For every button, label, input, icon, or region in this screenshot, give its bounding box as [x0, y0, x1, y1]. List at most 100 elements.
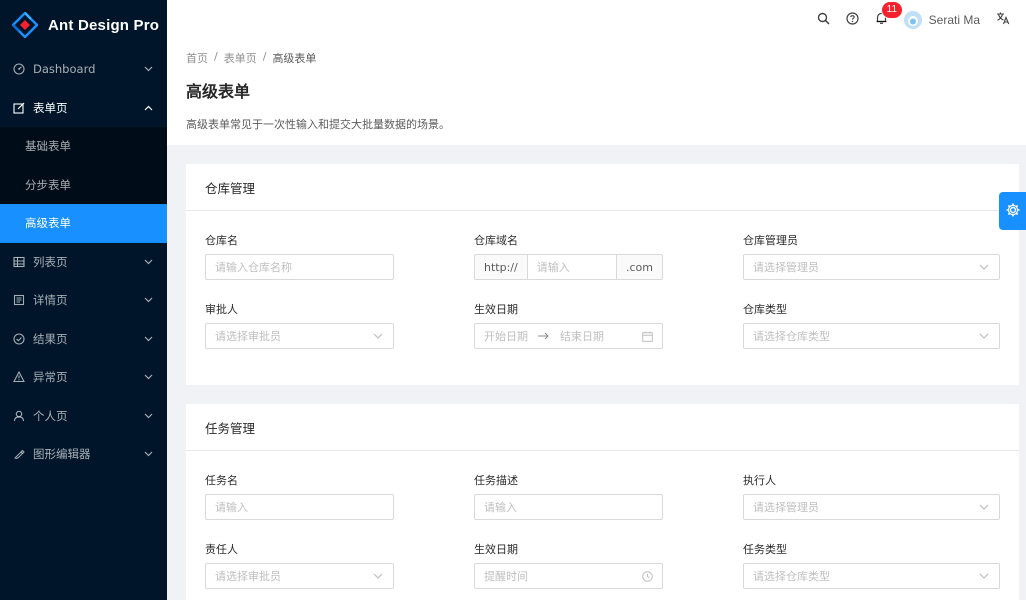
- warehouse-domain-field: 仓库域名 http:// 请输入 .com: [474, 232, 663, 280]
- menu-item-exception[interactable]: 异常页: [0, 358, 167, 397]
- owner-select[interactable]: 请选择审批员: [205, 563, 394, 589]
- placeholder: 请选择仓库类型: [753, 330, 830, 343]
- field-label: 仓库名: [205, 234, 238, 247]
- warehouse-type-select[interactable]: 请选择仓库类型: [743, 323, 1000, 349]
- placeholder: 请输入: [215, 501, 248, 514]
- warehouse-domain-input[interactable]: 请输入: [526, 254, 617, 280]
- menu-item-dashboard[interactable]: Dashboard: [0, 50, 167, 89]
- chevron-down-icon: [143, 257, 153, 267]
- menu-label: 分步表单: [25, 177, 71, 192]
- menu-label: 个人页: [33, 408, 68, 423]
- menu-item-account[interactable]: 个人页: [0, 397, 167, 436]
- breadcrumb-separator: /: [262, 50, 267, 63]
- menu-item-basic-form[interactable]: 基础表单: [0, 127, 167, 166]
- approver-field: 审批人 请选择审批员: [205, 301, 394, 349]
- field-label: 仓库域名: [474, 234, 518, 247]
- owner-field: 责任人 请选择审批员: [205, 541, 394, 589]
- chevron-down-icon: [978, 330, 990, 342]
- menu-item-editor[interactable]: 图形编辑器: [0, 435, 167, 474]
- menu-label: 详情页: [33, 293, 68, 308]
- menu-item-advanced-form[interactable]: 高级表单: [0, 204, 167, 243]
- warehouse-domain-input-group: http:// 请输入 .com: [474, 254, 663, 280]
- breadcrumb-home[interactable]: 首页: [186, 50, 208, 66]
- search-icon: [817, 12, 830, 28]
- warehouse-admin-select[interactable]: 请选择管理员: [743, 254, 1000, 280]
- chevron-down-icon: [978, 570, 990, 582]
- menu-label: 基础表单: [25, 139, 71, 154]
- top-header: 11 Serati Ma: [167, 0, 1026, 39]
- menu-label: Dashboard: [33, 62, 96, 77]
- check-circle-icon: [12, 332, 26, 346]
- menu-label: 异常页: [33, 370, 68, 385]
- ant-design-logo-icon: [11, 11, 39, 39]
- executor-select[interactable]: 请选择管理员: [743, 494, 1000, 520]
- page-title: 高级表单: [186, 82, 251, 101]
- chevron-down-icon: [978, 501, 990, 513]
- user-menu[interactable]: Serati Ma: [896, 0, 988, 39]
- forms-submenu: 基础表单 分步表单 高级表单: [0, 127, 167, 243]
- page-description: 高级表单常见于一次性输入和提交大批量数据的场景。: [186, 118, 450, 131]
- menu-item-result[interactable]: 结果页: [0, 320, 167, 359]
- chevron-up-icon: [143, 103, 153, 113]
- page-header: 首页 / 表单页 / 高级表单 高级表单 高级表单常见于一次性输入和提交大批量数…: [167, 39, 1026, 145]
- sidebar: Ant Design Pro Dashboard 表单页 基础表单 分步表单 高…: [0, 0, 167, 600]
- form-icon: [12, 101, 26, 115]
- field-label: 生效日期: [474, 543, 518, 556]
- task-type-field: 任务类型 请选择仓库类型: [743, 541, 1000, 589]
- menu-item-profile[interactable]: 详情页: [0, 281, 167, 320]
- dashboard-icon: [12, 62, 26, 76]
- clock-icon: [641, 570, 653, 582]
- placeholder: 请选择管理员: [753, 261, 819, 274]
- field-label: 仓库类型: [743, 303, 787, 316]
- field-label: 任务名: [205, 474, 238, 487]
- help-button[interactable]: [838, 0, 867, 39]
- chevron-down-icon: [143, 64, 153, 74]
- chevron-down-icon: [143, 449, 153, 459]
- warehouse-name-input[interactable]: 请输入仓库名称: [205, 254, 394, 280]
- placeholder: 请输入仓库名称: [215, 261, 292, 274]
- field-label: 任务描述: [474, 474, 518, 487]
- placeholder: 请输入: [484, 501, 517, 514]
- menu-label: 高级表单: [25, 216, 71, 231]
- task-desc-input[interactable]: 请输入: [474, 494, 663, 520]
- chevron-down-icon: [372, 570, 384, 582]
- menu-item-list[interactable]: 列表页: [0, 243, 167, 282]
- task-name-input[interactable]: 请输入: [205, 494, 394, 520]
- reminder-time-picker[interactable]: 提醒时间: [474, 563, 663, 589]
- task-card: 任务管理 任务名 请输入 任务描述 请输入 执行人 请选择管理员 责任人 请选择…: [186, 404, 1019, 600]
- setting-drawer-button[interactable]: [999, 192, 1026, 230]
- search-button[interactable]: [809, 0, 838, 39]
- breadcrumb-forms[interactable]: 表单页: [224, 50, 257, 66]
- approver-select[interactable]: 请选择审批员: [205, 323, 394, 349]
- start-date-input[interactable]: 开始日期: [484, 328, 528, 344]
- date-range-picker[interactable]: 开始日期 结束日期: [474, 323, 663, 349]
- calendar-icon: [641, 330, 653, 342]
- menu-label: 表单页: [33, 100, 68, 115]
- language-button[interactable]: [988, 0, 1018, 39]
- domain-suffix: .com: [617, 254, 663, 280]
- placeholder: 请选择审批员: [215, 330, 281, 343]
- menu-item-step-form[interactable]: 分步表单: [0, 166, 167, 205]
- breadcrumb-current: 高级表单: [272, 52, 317, 65]
- notification-button[interactable]: 11: [867, 0, 903, 39]
- card-title: 仓库管理: [186, 164, 1019, 211]
- warehouse-name-field: 仓库名 请输入仓库名称: [205, 232, 394, 280]
- arrow-right-icon: [538, 330, 550, 343]
- question-circle-icon: [846, 11, 859, 28]
- menu-item-forms[interactable]: 表单页: [0, 89, 167, 128]
- task-desc-field: 任务描述 请输入: [474, 472, 663, 520]
- domain-prefix: http://: [474, 254, 527, 280]
- effective-date-field: 生效日期 开始日期 结束日期: [474, 301, 663, 349]
- user-icon: [12, 409, 26, 423]
- avatar: [903, 10, 922, 29]
- logo[interactable]: Ant Design Pro: [0, 0, 167, 50]
- breadcrumb: 首页 / 表单页 / 高级表单: [186, 50, 1007, 66]
- chevron-down-icon: [143, 411, 153, 421]
- task-type-select[interactable]: 请选择仓库类型: [743, 563, 1000, 589]
- highlight-icon: [12, 447, 26, 461]
- card-title: 任务管理: [186, 404, 1019, 451]
- user-name: Serati Ma: [928, 12, 980, 27]
- end-date-input[interactable]: 结束日期: [560, 328, 641, 344]
- chevron-down-icon: [143, 372, 153, 382]
- warning-icon: [12, 370, 26, 384]
